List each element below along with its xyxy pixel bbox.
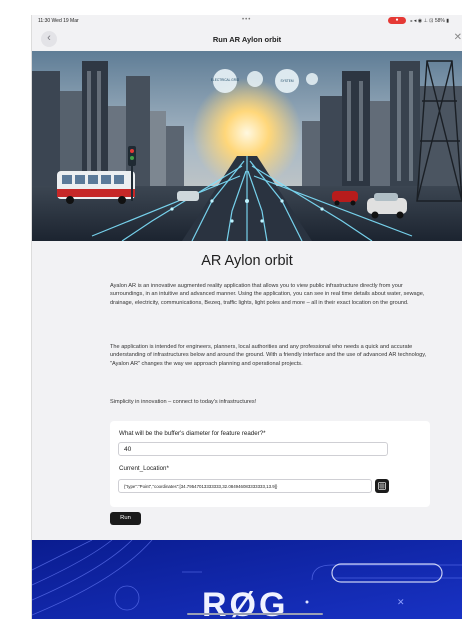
footer-banner: ✕ RØG [32,540,462,619]
page-title: Run AR Aylon orbit [212,35,282,44]
description-paragraph: Ayalon AR is an innovative augmented rea… [110,283,425,306]
app-heading: AR Aylon orbit [201,253,293,269]
multitask-dots[interactable]: ••• [242,17,251,23]
status-bar: 11:30 Wed 19 Mar ••• ● ⁎ ◂ ◉ ⊥ ⊡ 58% ▮ [32,15,462,27]
app-window: 11:30 Wed 19 Mar ••• ● ⁎ ◂ ◉ ⊥ ⊡ 58% ▮ ‹… [32,15,462,619]
system-icons: ⁎ ◂ ◉ ⊥ ⊡ 58% ▮ [410,18,450,24]
buffer-diameter-label: What will be the buffer's diameter for f… [119,430,266,437]
form-card: What will be the buffer's diameter for f… [110,421,430,507]
current-location-input[interactable]: {"type":"Point","coordinates":[34.795470… [118,479,372,493]
close-icon[interactable]: ✕ [454,32,462,43]
home-indicator[interactable] [187,613,323,615]
recording-indicator: ● [388,17,406,24]
buffer-diameter-input[interactable]: 40 [118,442,388,456]
hero-sign-electrical: ELECTRICAL GRID [211,78,240,82]
description-paragraph: The application is intended for engineer… [110,344,427,367]
hero-image: ELECTRICAL GRID SYSTEM [32,51,462,241]
svg-text:✕: ✕ [397,597,405,607]
map-picker-icon [378,482,386,490]
tagline: Simplicity in innovation – connect to to… [110,399,257,405]
current-location-label: Current_Location* [119,465,169,472]
status-time: 11:30 Wed 19 Mar [38,18,79,24]
hero-sign-system: SYSTEM [280,79,293,83]
map-picker-button[interactable] [375,479,389,493]
run-button[interactable]: Run [110,512,141,525]
main-content: AR Aylon orbit Ayalon AR is an innovativ… [32,241,462,541]
